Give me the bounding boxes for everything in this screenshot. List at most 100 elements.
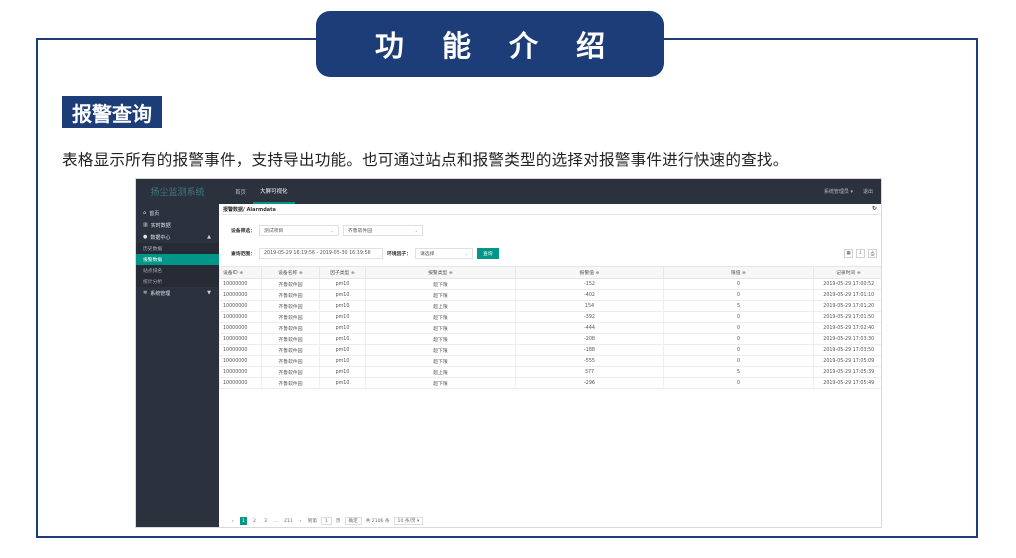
chevron-down-icon: ⌄: [414, 228, 418, 233]
table-row[interactable]: 10000000 齐鲁软件园 pm10 超下限 -392 0 2019-05-29 17:0…: [219, 311, 881, 323]
sidebar-item-data-center[interactable]: ● 数据中心 ▲: [136, 231, 219, 243]
goto-confirm-button[interactable]: 确定: [344, 517, 362, 525]
cell-limit: 0: [663, 278, 814, 290]
factor-label: 环境因子：: [387, 252, 411, 257]
brand-logo[interactable]: 扬尘监测系统: [136, 179, 219, 204]
cell-device-id: 10000000: [219, 366, 262, 378]
sidebar: ⌂ 首页 ▥ 实时数据 ● 数据中心 ▲ 历史数据 报警数据 站点排名 统计分析…: [136, 204, 219, 527]
page-3-button[interactable]: 3: [262, 517, 269, 525]
alarm-table: 设备ID ≑ 设备名称 ≑ 因子类型 ≑ 报警类型 ≑ 报警值 ≑ 限值 ≑ 记…: [219, 266, 881, 389]
cell-record-time: 2019-05-29 17:00:52: [813, 278, 881, 290]
query-button[interactable]: 查询: [477, 248, 499, 259]
cell-factor: pm10: [319, 278, 366, 290]
cell-device-name: 齐鲁软件园: [261, 355, 320, 367]
print-icon[interactable]: ⎙: [868, 249, 877, 258]
breadcrumb: 报警数据/ Alarmdata ↻: [219, 204, 881, 215]
sidebar-item-label: 系统管理: [150, 290, 171, 297]
column-header-alarm-type[interactable]: 报警类型 ≑: [365, 266, 516, 279]
cell-limit: 0: [663, 289, 814, 301]
total-count: 共 2106 条: [365, 519, 390, 524]
cell-device-name: 齐鲁软件园: [261, 344, 320, 356]
sidebar-sub-statistics[interactable]: 统计分析: [136, 276, 219, 287]
app-screenshot: 扬尘监测系统 首页 大屏可视化 系统管理员 ▾ 退出 ⌂ 首页 ▥ 实时数据 ●…: [135, 178, 882, 528]
cell-device-id: 10000000: [219, 289, 262, 301]
factor-select[interactable]: 请选择 ⌄: [415, 248, 473, 259]
cell-record-time: 2019-05-29 17:03:50: [813, 344, 881, 356]
cell-device-id: 10000000: [219, 311, 262, 323]
column-header-device-name[interactable]: 设备名称 ≑: [261, 266, 320, 279]
export-icon[interactable]: ⇩: [856, 249, 865, 258]
top-bar: 扬尘监测系统 首页 大屏可视化 系统管理员 ▾ 退出: [136, 179, 881, 204]
device-filter: 设备筛选： 测试项目 ⌄ 齐鲁软件园 ⌄: [231, 225, 423, 236]
column-header-limit[interactable]: 限值 ≑: [663, 266, 814, 279]
table-row[interactable]: 10000000 齐鲁软件园 pm10 超上限 377 5 2019-05-29 17:05…: [219, 366, 881, 378]
page-1-button[interactable]: 1: [240, 517, 247, 525]
cell-device-name: 齐鲁软件园: [261, 322, 320, 334]
next-page-button[interactable]: ›: [297, 517, 304, 525]
project-select[interactable]: 测试项目 ⌄: [259, 225, 339, 236]
range-label: 查询范围：: [231, 252, 255, 257]
table-row[interactable]: 10000000 齐鲁软件园 pm10 超下限 -152 0 2019-05-29 17:0…: [219, 278, 881, 290]
sidebar-item-label: 数据中心: [150, 234, 171, 241]
page-unit-label: 页: [335, 519, 341, 524]
sidebar-item-home[interactable]: ⌂ 首页: [136, 207, 219, 219]
cell-device-name: 齐鲁软件园: [261, 366, 320, 378]
cell-alarm-type: 超下限: [365, 289, 516, 301]
site-select[interactable]: 齐鲁软件园 ⌄: [343, 225, 423, 236]
cell-alarm-value: 377: [515, 366, 664, 378]
sidebar-sub-ranking[interactable]: 站点排名: [136, 265, 219, 276]
column-header-factor[interactable]: 因子类型 ≑: [319, 266, 366, 279]
sidebar-sub-alarm[interactable]: 报警数据: [136, 254, 219, 265]
database-icon: ●: [143, 234, 148, 240]
date-range-input[interactable]: 2019-05-29 16:19:56 - 2019-05-30 16:19:5…: [259, 248, 383, 259]
cell-record-time: 2019-05-29 17:01:10: [813, 289, 881, 301]
cell-alarm-value: -188: [515, 344, 664, 356]
section-tag: 报警查询: [62, 96, 162, 128]
page-2-button[interactable]: 2: [251, 517, 258, 525]
table-row[interactable]: 10000000 齐鲁软件园 pm10 超下限 -296 0 2019-05-29 17:0…: [219, 377, 881, 389]
refresh-icon[interactable]: ↻: [872, 205, 877, 212]
cell-factor: pm10: [319, 311, 366, 323]
table-row[interactable]: 10000000 齐鲁软件园 pm10 超上限 154 5 2019-05-29 17:01…: [219, 300, 881, 312]
column-header-device-id[interactable]: 设备ID ≑: [219, 266, 262, 279]
cell-device-name: 齐鲁软件园: [261, 333, 320, 345]
user-menu[interactable]: 系统管理员 ▾: [824, 188, 853, 195]
sidebar-item-system[interactable]: ✲ 系统管理 ▼: [136, 287, 219, 299]
main-content: 报警数据/ Alarmdata ↻ 设备筛选： 测试项目 ⌄ 齐鲁软件园 ⌄ 查…: [219, 204, 881, 527]
cell-alarm-value: -152: [515, 278, 664, 290]
nav-home[interactable]: 首页: [228, 179, 253, 204]
sidebar-sub-history[interactable]: 历史数据: [136, 243, 219, 254]
site-select-value: 齐鲁软件园: [348, 229, 372, 234]
table-row[interactable]: 10000000 齐鲁软件园 pm10 超下限 -402 0 2019-05-29 17:0…: [219, 289, 881, 301]
goto-page-input[interactable]: 1: [320, 517, 332, 525]
cell-alarm-value: -555: [515, 355, 664, 367]
table-row[interactable]: 10000000 齐鲁软件园 pm10 超下限 -208 0 2019-05-29 17:0…: [219, 333, 881, 345]
sidebar-item-label: 首页: [149, 210, 160, 217]
bar-chart-icon: ▥: [143, 222, 148, 228]
page-211-button[interactable]: 211: [284, 517, 293, 525]
nav-dashboard[interactable]: 大屏可视化: [253, 179, 295, 204]
cell-device-name: 齐鲁软件园: [261, 300, 320, 312]
device-filter-label: 设备筛选：: [231, 229, 255, 234]
chevron-up-icon: ▲: [207, 234, 211, 240]
cell-alarm-type: 超下限: [365, 278, 516, 290]
cell-limit: 0: [663, 333, 814, 345]
cell-alarm-type: 超下限: [365, 311, 516, 323]
column-header-record-time[interactable]: 记录时间 ≑: [813, 266, 881, 279]
column-header-alarm-value[interactable]: 报警值 ≑: [515, 266, 664, 279]
cell-device-id: 10000000: [219, 344, 262, 356]
goto-label: 到第: [307, 519, 317, 524]
table-row[interactable]: 10000000 齐鲁软件园 pm10 超下限 -555 0 2019-05-29 17:0…: [219, 355, 881, 367]
cell-factor: pm10: [319, 366, 366, 378]
cell-factor: pm10: [319, 300, 366, 312]
sidebar-item-realtime[interactable]: ▥ 实时数据: [136, 219, 219, 231]
table-row[interactable]: 10000000 齐鲁软件园 pm10 超下限 -444 0 2019-05-29 17:0…: [219, 322, 881, 334]
table-row[interactable]: 10000000 齐鲁软件园 pm10 超下限 -188 0 2019-05-29 17:0…: [219, 344, 881, 356]
logout-link[interactable]: 退出: [863, 188, 873, 195]
prev-page-button[interactable]: ‹: [229, 517, 236, 525]
cell-alarm-value: -208: [515, 333, 664, 345]
cell-record-time: 2019-05-29 17:01:50: [813, 311, 881, 323]
frame-top-line-right: [664, 38, 978, 40]
columns-icon[interactable]: ▦: [844, 249, 853, 258]
page-size-select[interactable]: 10 条/页 ▾: [393, 517, 424, 525]
